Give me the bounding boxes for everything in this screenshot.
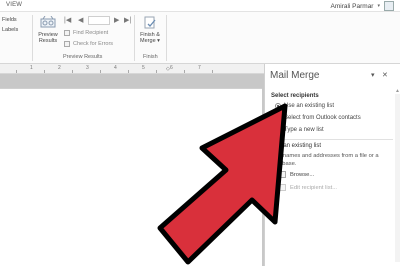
ribbon: VIEW Amirali Parmar ▾ Fields Labels Prev… <box>0 0 400 64</box>
radio-use-existing-list[interactable]: Use an existing list <box>275 103 334 109</box>
horizontal-ruler[interactable]: 1 2 3 4 5 6 7 ◇ <box>0 64 264 74</box>
radio-button-selected[interactable] <box>275 103 281 109</box>
last-record-icon[interactable]: ▶| <box>124 16 131 24</box>
ruler-tick <box>44 70 45 73</box>
pane-scrollbar[interactable] <box>395 94 400 262</box>
finish-group-label: Finish <box>143 54 158 60</box>
account-name[interactable]: Amirali Parmar <box>331 3 374 10</box>
find-recipient-label: Find Recipient <box>73 30 109 36</box>
document-area <box>0 74 264 266</box>
radio-button[interactable] <box>275 127 281 133</box>
tab-view[interactable]: VIEW <box>6 2 22 8</box>
next-record-icon[interactable]: ▶ <box>114 16 119 24</box>
browse-icon <box>279 171 286 178</box>
ruler-tick <box>184 70 185 73</box>
avatar[interactable] <box>384 1 394 11</box>
fields-text: Fields <box>2 17 17 23</box>
radio-select-outlook[interactable]: Select from Outlook contacts <box>275 115 361 121</box>
ribbon-tabs-row: VIEW Amirali Parmar ▾ <box>0 0 400 12</box>
radio-type-new-list[interactable]: Type a new list <box>275 127 324 133</box>
radio-button[interactable] <box>275 115 281 121</box>
use-existing-description: Use names and addresses from a file or a… <box>271 153 379 167</box>
preview-results-button[interactable]: Preview Results <box>33 32 63 45</box>
ruler-tick <box>128 70 129 73</box>
ruler-tick <box>72 70 73 73</box>
ruler-tick <box>16 70 17 73</box>
ribbon-divider <box>134 15 135 61</box>
ruler-number: 3 <box>86 65 89 71</box>
finish-line2: Merge ▾ <box>140 38 160 45</box>
ruler-number: 6 <box>170 65 173 71</box>
document-page[interactable] <box>0 88 262 266</box>
ruler-number: 7 <box>198 65 201 71</box>
mail-merge-pane: Mail Merge ▾ ✕ Select recipients Use an … <box>264 64 400 266</box>
edit-recipient-list-link[interactable]: Edit recipient list... <box>279 184 337 191</box>
first-record-icon[interactable]: |◀ <box>64 16 71 24</box>
check-errors-label: Check for Errors <box>73 41 114 47</box>
ruler-number: 5 <box>142 65 145 71</box>
ruler-tick <box>156 70 157 73</box>
record-number-input[interactable] <box>88 16 110 25</box>
preview-results-group-label: Preview Results <box>63 54 103 60</box>
radio-label: Select from Outlook contacts <box>284 115 361 121</box>
finish-merge-icon <box>144 16 156 29</box>
edit-list-icon <box>279 184 286 191</box>
edit-list-label: Edit recipient list... <box>290 184 338 191</box>
select-recipients-heading: Select recipients <box>271 93 319 99</box>
pane-title: Mail Merge <box>270 70 320 81</box>
ruler-number: 1 <box>30 65 33 71</box>
radio-label: Type a new list <box>284 127 324 133</box>
ruler-tick <box>100 70 101 73</box>
check-errors-button[interactable]: Check for Errors <box>64 41 113 47</box>
account-area[interactable]: Amirali Parmar ▾ <box>331 1 394 11</box>
ruler-number: 2 <box>58 65 61 71</box>
account-dropdown-icon[interactable]: ▾ <box>377 3 380 9</box>
labels-text: Labels <box>2 27 19 34</box>
preview-results-icon <box>40 16 56 28</box>
section-divider <box>271 139 393 140</box>
pane-options-icon[interactable]: ▾ <box>371 71 375 79</box>
browse-link[interactable]: Browse... <box>279 171 314 178</box>
preview-line2: Results <box>38 38 58 45</box>
find-recipient-icon <box>64 30 70 36</box>
close-icon[interactable]: ✕ <box>382 71 388 79</box>
indent-marker-icon[interactable]: ◇ <box>166 66 170 72</box>
ribbon-divider <box>166 15 167 61</box>
radio-label: Use an existing list <box>284 103 335 109</box>
browse-label: Browse... <box>290 171 315 178</box>
find-recipient-button[interactable]: Find Recipient <box>64 30 108 36</box>
check-errors-icon <box>64 41 70 47</box>
ruler-tick <box>212 70 213 73</box>
fields-label-text[interactable]: Fields Labels <box>2 17 18 34</box>
finish-merge-button[interactable]: Finish & Merge ▾ <box>136 32 164 45</box>
previous-record-icon[interactable]: ◀ <box>78 16 83 24</box>
use-existing-heading: Use an existing list <box>271 143 322 149</box>
ruler-number: 4 <box>114 65 117 71</box>
